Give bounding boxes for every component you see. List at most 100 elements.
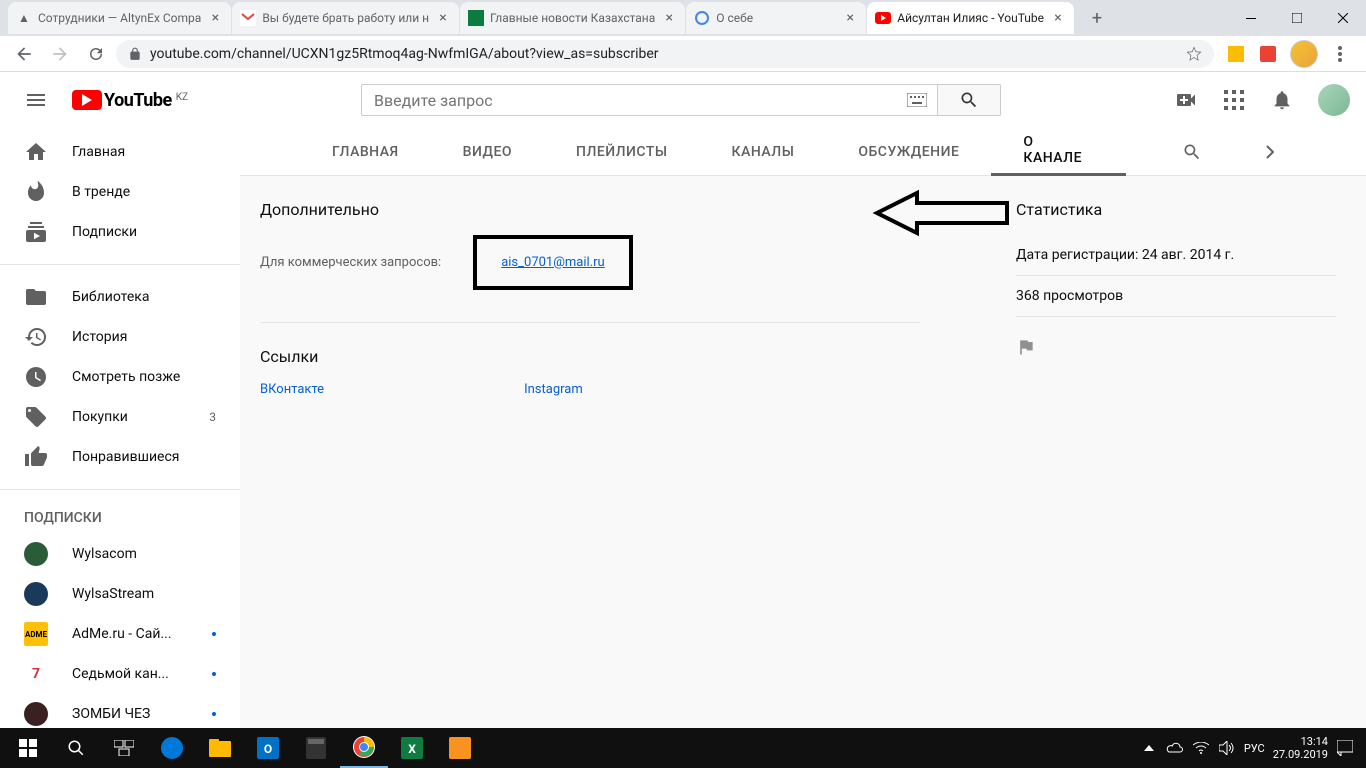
window-controls [1228, 0, 1366, 36]
tab-about[interactable]: О КАНАЛЕ [991, 128, 1126, 176]
maximize-button[interactable] [1274, 0, 1320, 36]
close-icon[interactable]: × [435, 10, 451, 26]
browser-chrome: ▲ Сотрудники — AltynEx Compa × Вы будете… [0, 0, 1366, 72]
sidebar-item-home[interactable]: Главная [0, 132, 240, 172]
taskbar-app-excel[interactable]: X [388, 728, 436, 768]
tray-language[interactable]: РУС [1244, 742, 1265, 755]
youtube-logo[interactable]: YouTube KZ [72, 90, 188, 111]
apps-button[interactable] [1222, 88, 1246, 112]
channel-search-button[interactable] [1150, 128, 1234, 176]
minimize-button[interactable] [1228, 0, 1274, 36]
taskbar-app-calculator[interactable] [292, 728, 340, 768]
tab-videos[interactable]: ВИДЕО [431, 128, 544, 176]
tray-cloud-icon[interactable] [1166, 739, 1184, 757]
tab-strip: ▲ Сотрудники — AltynEx Compa × Вы будете… [0, 0, 1366, 36]
sidebar-item-library[interactable]: Библиотека [0, 277, 240, 317]
search-icon [67, 739, 85, 757]
new-tab-button[interactable]: + [1083, 4, 1111, 32]
channel-more-button[interactable] [1234, 128, 1306, 176]
link-instagram[interactable]: Instagram [524, 382, 583, 397]
close-icon[interactable]: × [842, 10, 858, 26]
extension-icon[interactable] [1258, 44, 1278, 64]
sidebar-label: Покупки [72, 409, 128, 425]
home-icon [24, 140, 48, 164]
windows-taskbar: O X РУС 13:14 27.09.2019 [0, 728, 1366, 768]
tray-notifications-icon[interactable] [1336, 739, 1354, 757]
app-icon [449, 737, 471, 759]
taskbar-app-chrome[interactable] [340, 728, 388, 768]
back-button[interactable] [8, 38, 40, 70]
join-date: Дата регистрации: 24 авг. 2014 г. [1016, 235, 1336, 276]
search-button[interactable] [937, 84, 1001, 116]
sidebar-item-trending[interactable]: В тренде [0, 172, 240, 212]
search-input[interactable] [361, 84, 897, 116]
channel-avatar [24, 582, 48, 606]
link-vk[interactable]: ВКонтакте [260, 382, 324, 397]
taskbar-app-outlook[interactable]: O [244, 728, 292, 768]
taskbar-app-edge[interactable] [148, 728, 196, 768]
url-field[interactable]: youtube.com/channel/UCXN1gz5Rtmoq4ag-Nwf… [116, 40, 1214, 68]
youtube-logo-text: YouTube [104, 90, 172, 111]
tray-volume-icon[interactable] [1218, 739, 1236, 757]
hamburger-menu[interactable] [16, 80, 56, 120]
user-avatar[interactable] [1318, 84, 1350, 116]
video-camera-icon [1174, 88, 1198, 112]
keyboard-button[interactable] [897, 84, 937, 116]
reload-button[interactable] [80, 38, 112, 70]
taskbar-app[interactable] [436, 728, 484, 768]
close-icon[interactable]: × [1050, 10, 1066, 26]
browser-tab[interactable]: Вы будете брать работу или н × [232, 2, 459, 34]
close-window-button[interactable] [1320, 0, 1366, 36]
taskbar-date: 27.09.2019 [1273, 748, 1328, 761]
view-count: 368 просмотров [1016, 276, 1336, 317]
browser-tab[interactable]: Главные новости Казахстана × [460, 2, 685, 34]
sidebar-item-liked[interactable]: Понравившиеся [0, 437, 240, 477]
chrome-profile-avatar[interactable] [1290, 40, 1318, 68]
tray-wifi-icon[interactable] [1192, 739, 1210, 757]
sidebar-channel[interactable]: WylsaStream [0, 574, 240, 614]
channel-avatar: ADME [24, 622, 48, 646]
extension-icons [1218, 40, 1358, 68]
extension-icon[interactable] [1226, 44, 1246, 64]
sidebar-channel[interactable]: ADME AdMe.ru - Сай... [0, 614, 240, 654]
tab-playlists[interactable]: ПЛЕЙЛИСТЫ [544, 128, 700, 176]
search-button[interactable] [52, 728, 100, 768]
sidebar-item-history[interactable]: История [0, 317, 240, 357]
business-email-link[interactable]: ais_0701@mail.ru [501, 255, 605, 270]
create-video-button[interactable] [1174, 88, 1198, 112]
sidebar-item-subscriptions[interactable]: Подписки [0, 212, 240, 252]
sidebar-channel[interactable]: ЗОМБИ ЧЕЗ [0, 694, 240, 728]
report-flag-button[interactable] [1016, 337, 1336, 357]
close-icon[interactable]: × [661, 10, 677, 26]
chrome-menu-icon[interactable] [1330, 44, 1350, 64]
channel-tabs: ГЛАВНАЯ ВИДЕО ПЛЕЙЛИСТЫ КАНАЛЫ ОБСУЖДЕНИ… [240, 128, 1366, 176]
browser-tab[interactable]: О себе × [686, 2, 866, 34]
forward-button[interactable] [44, 38, 76, 70]
url-text: youtube.com/channel/UCXN1gz5Rtmoq4ag-Nwf… [150, 46, 1178, 62]
fire-icon [24, 180, 48, 204]
notifications-button[interactable] [1270, 88, 1294, 112]
task-view-button[interactable] [100, 728, 148, 768]
browser-tab[interactable]: ▲ Сотрудники — AltynEx Compa × [8, 2, 231, 34]
tab-title: Вы будете брать работу или н [262, 11, 429, 25]
gmail-icon [240, 10, 256, 26]
start-button[interactable] [4, 728, 52, 768]
close-icon[interactable]: × [207, 10, 223, 26]
tray-chevron-icon[interactable] [1140, 739, 1158, 757]
sidebar-item-watch-later[interactable]: Смотреть позже [0, 357, 240, 397]
sidebar-channel[interactable]: 7 Седьмой кан... [0, 654, 240, 694]
content-area: ГЛАВНАЯ ВИДЕО ПЛЕЙЛИСТЫ КАНАЛЫ ОБСУЖДЕНИ… [240, 128, 1366, 728]
sidebar-label: Смотреть позже [72, 369, 180, 385]
tab-discussion[interactable]: ОБСУЖДЕНИЕ [826, 128, 991, 176]
browser-tab-active[interactable]: Айсултан Илияс - YouTube × [867, 2, 1074, 34]
more-heading: Дополнительно [260, 200, 920, 219]
sidebar-label: Подписки [72, 224, 137, 240]
sidebar-item-purchases[interactable]: Покупки 3 [0, 397, 240, 437]
tab-channels[interactable]: КАНАЛЫ [700, 128, 827, 176]
taskbar-clock[interactable]: 13:14 27.09.2019 [1273, 735, 1328, 761]
sidebar-channel[interactable]: Wylsacom [0, 534, 240, 574]
task-view-icon [114, 740, 134, 756]
star-icon[interactable] [1186, 46, 1202, 62]
tab-home[interactable]: ГЛАВНАЯ [300, 128, 431, 176]
taskbar-app-explorer[interactable] [196, 728, 244, 768]
